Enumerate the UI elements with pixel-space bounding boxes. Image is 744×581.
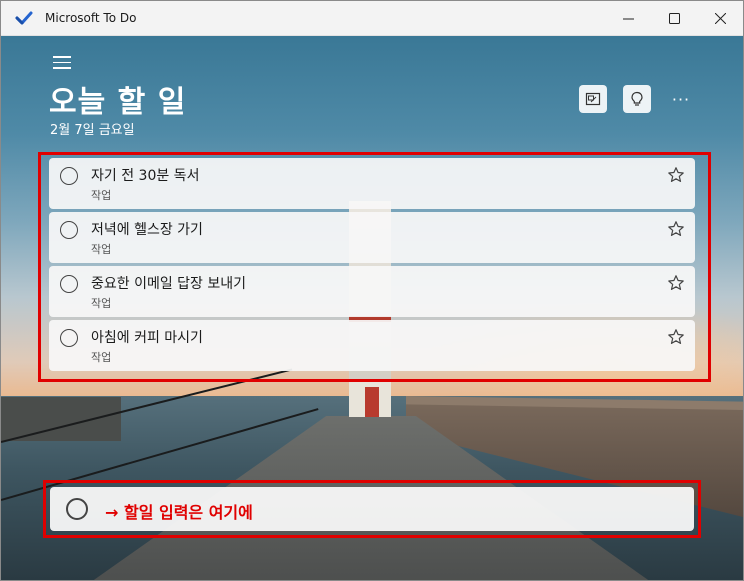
hamburger-icon[interactable] xyxy=(53,56,71,70)
task-item[interactable]: 자기 전 30분 독서 작업 xyxy=(49,158,695,209)
maximize-button[interactable] xyxy=(651,1,697,35)
app-window: Microsoft To Do 오늘 할 일 2월 7일 금요일 ··· 자기 … xyxy=(0,0,744,581)
task-title: 중요한 이메일 답장 보내기 xyxy=(91,276,247,292)
maximize-icon xyxy=(668,12,680,24)
close-button[interactable] xyxy=(697,1,743,35)
task-item[interactable]: 아침에 커피 마시기 작업 xyxy=(49,320,695,371)
complete-circle-icon[interactable] xyxy=(60,221,78,239)
task-list-name: 작업 xyxy=(91,297,112,310)
change-background-icon xyxy=(585,92,601,106)
change-background-button[interactable] xyxy=(579,85,607,113)
add-task-annotation-text: → 할일 입력은 여기에 xyxy=(105,503,253,522)
task-list-name: 작업 xyxy=(91,243,112,256)
complete-circle-icon[interactable] xyxy=(60,167,78,185)
star-icon[interactable] xyxy=(667,166,685,184)
task-list-name: 작업 xyxy=(91,189,112,202)
checkmark-icon xyxy=(15,11,33,25)
minimize-icon xyxy=(622,18,634,19)
page-date: 2월 7일 금요일 xyxy=(50,123,135,138)
title-bar: Microsoft To Do xyxy=(1,1,743,36)
suggestions-button[interactable] xyxy=(623,85,651,113)
more-options-icon[interactable]: ··· xyxy=(669,89,693,109)
add-task-input[interactable]: → 할일 입력은 여기에 xyxy=(50,487,694,531)
task-item[interactable]: 중요한 이메일 답장 보내기 작업 xyxy=(49,266,695,317)
minimize-button[interactable] xyxy=(605,1,651,35)
page-title: 오늘 할 일 xyxy=(49,85,187,120)
star-icon[interactable] xyxy=(667,274,685,292)
star-icon[interactable] xyxy=(667,328,685,346)
lighthouse-door xyxy=(365,387,379,417)
suggestions-lightbulb-icon xyxy=(631,91,643,106)
complete-circle-icon[interactable] xyxy=(60,275,78,293)
complete-circle-icon[interactable] xyxy=(60,329,78,347)
add-task-circle-icon xyxy=(66,498,88,520)
task-title: 자기 전 30분 독서 xyxy=(91,168,200,184)
close-icon xyxy=(714,12,726,24)
left-breakwater xyxy=(1,397,121,441)
task-item[interactable]: 저녁에 헬스장 가기 작업 xyxy=(49,212,695,263)
task-title: 저녁에 헬스장 가기 xyxy=(91,222,203,238)
task-list-name: 작업 xyxy=(91,351,112,364)
star-icon[interactable] xyxy=(667,220,685,238)
task-title: 아침에 커피 마시기 xyxy=(91,330,203,346)
window-title: Microsoft To Do xyxy=(45,11,137,25)
